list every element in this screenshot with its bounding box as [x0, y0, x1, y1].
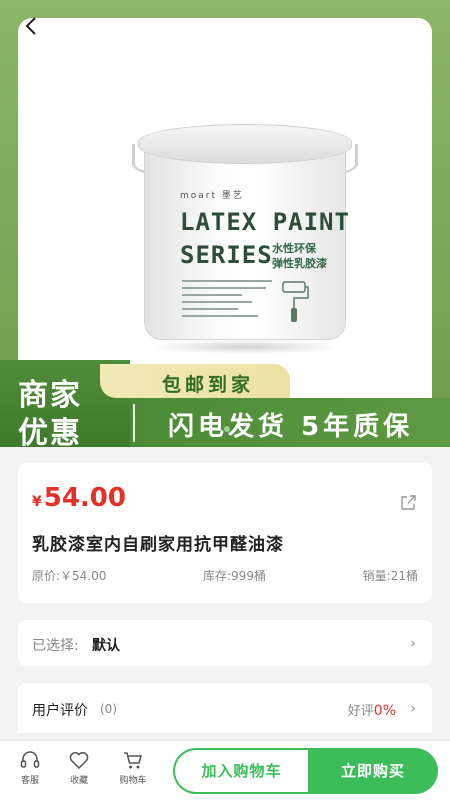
chevron-right-icon: › — [410, 699, 416, 717]
shopping-cart-icon — [124, 752, 142, 769]
add-to-cart-button[interactable]: 加入购物车 — [173, 748, 308, 794]
bucket-title-line2: SERIES — [180, 241, 273, 269]
share-icon[interactable] — [398, 493, 418, 513]
price-value: 54.00 — [43, 483, 126, 513]
product-image[interactable]: moart 墨艺 LATEX PAINT SERIES 水性环保 弹性乳胶漆 — [130, 118, 360, 358]
cart-label: 购物车 — [119, 776, 147, 786]
chevron-left-icon — [25, 17, 36, 35]
sales-count: 销量:21桶 — [362, 569, 418, 583]
spec-selector[interactable]: 已选择: 默认 › — [18, 620, 432, 666]
bucket-cn-line1: 水性环保 — [272, 242, 316, 255]
bucket-brand: moart 墨艺 — [180, 191, 244, 201]
spec-label: 已选择: — [32, 638, 79, 654]
image-shadow — [150, 340, 340, 354]
promo-banner: 商家 优惠 包邮到家 闪电发货 5年质保 — [0, 360, 450, 451]
product-image-frame: moart 墨艺 LATEX PAINT SERIES 水性环保 弹性乳胶漆 — [18, 18, 432, 413]
reviews-section[interactable]: 用户评价 (0) 好评0% › — [18, 683, 432, 733]
bucket-lid — [138, 124, 352, 164]
cart-button[interactable]: 购物车 — [113, 749, 153, 795]
product-info-card: ¥54.00 乳胶漆室内自刷家用抗甲醛油漆 原价:￥54.00 库存:999桶 … — [18, 463, 432, 603]
reviews-count: (0) — [100, 702, 117, 716]
currency-symbol: ¥ — [32, 494, 42, 510]
positive-rate-value: 0% — [373, 703, 396, 719]
bucket-cn-line2: 弹性乳胶漆 — [272, 257, 327, 270]
positive-rate: 好评0% — [348, 700, 396, 719]
product-price: ¥54.00 — [32, 483, 126, 513]
buy-now-button[interactable]: 立即购买 — [308, 748, 438, 794]
carousel-indicator — [224, 426, 230, 432]
bucket-title-line1: LATEX PAINT — [180, 208, 350, 236]
headset-icon — [20, 751, 40, 768]
bucket-feature-list — [182, 280, 272, 322]
promo-slogan: 闪电发货 5年质保 — [168, 412, 414, 442]
heart-icon — [69, 752, 89, 770]
back-button[interactable] — [20, 14, 42, 38]
bottom-action-bar: 客服 收藏 购物车 加入购物车 立即购买 — [0, 740, 450, 800]
customer-service-label: 客服 — [20, 776, 39, 786]
spec-value: 默认 — [92, 638, 120, 654]
favorite-label: 收藏 — [69, 776, 88, 786]
free-shipping-badge: 包邮到家 — [162, 374, 255, 396]
customer-service-button[interactable]: 客服 — [10, 749, 50, 795]
chevron-right-icon: › — [410, 634, 416, 652]
paint-roller-icon — [282, 281, 309, 322]
product-title: 乳胶漆室内自刷家用抗甲醛油漆 — [32, 535, 284, 555]
stock-count: 库存:999桶 — [203, 569, 266, 583]
promo-divider — [133, 404, 135, 442]
original-price: 原价:￥54.00 — [32, 569, 107, 583]
promo-merchant-line2: 优惠 — [18, 416, 82, 451]
favorite-button[interactable]: 收藏 — [59, 749, 99, 795]
reviews-label: 用户评价 — [32, 703, 88, 719]
positive-rate-label: 好评 — [347, 704, 374, 719]
